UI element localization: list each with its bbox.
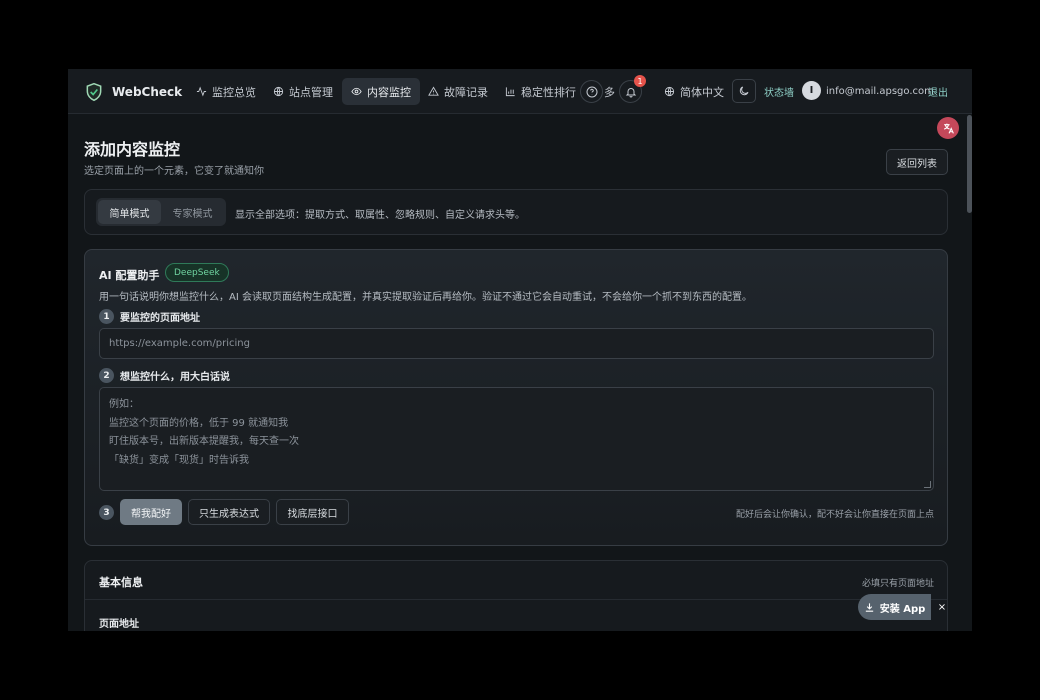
more-menu[interactable]: 多: [604, 69, 615, 114]
notification-count-badge: 1: [634, 75, 646, 87]
back-to-list-button[interactable]: 返回列表: [886, 149, 948, 175]
card-header: 基本信息 必填只有页面地址: [85, 561, 947, 600]
avatar[interactable]: I: [802, 81, 821, 100]
basic-info-card: 基本信息 必填只有页面地址 页面地址: [84, 560, 948, 631]
step-number: 1: [99, 309, 114, 324]
more-label: 多: [604, 85, 615, 99]
app-window: WebCheck 监控总览 站点管理 内容监控 故障记录 稳定性排行 多 1 简…: [68, 69, 972, 631]
page-url-input[interactable]: https://example.com/pricing: [99, 328, 934, 359]
ai-assistant-card: AI 配置助手 DeepSeek 用一句话说明你想监控什么，AI 会读取页面结构…: [84, 249, 948, 546]
step-number: 2: [99, 368, 114, 383]
basic-info-title: 基本信息: [99, 576, 143, 589]
nav-item-stability-ranking[interactable]: 稳定性排行: [505, 69, 576, 114]
shield-check-icon: [86, 82, 102, 101]
page-url-field-label: 页面地址: [99, 619, 139, 630]
step-label-text: 要监控的页面地址: [120, 313, 200, 324]
activity-icon: [196, 86, 207, 97]
nav-item-incidents[interactable]: 故障记录: [428, 69, 488, 114]
placeholder-line: 例如：: [109, 399, 139, 410]
mode-card: 简单模式 专家模式 显示全部选项：提取方式、取属性、忽略规则、自定义请求头等。: [84, 189, 948, 235]
theme-toggle-button[interactable]: [732, 79, 756, 103]
status-wall-label: 状态墙: [764, 88, 794, 99]
help-icon: [586, 86, 597, 97]
scrollbar[interactable]: [967, 115, 972, 213]
model-badge: DeepSeek: [165, 263, 229, 282]
nav-item-label: 站点管理: [289, 85, 333, 99]
help-button[interactable]: [580, 80, 603, 103]
nav-item-label: 内容监控: [367, 85, 411, 99]
placeholder-line: 盯住版本号，出新版本提醒我，每天查一次: [109, 436, 299, 447]
step-label-text: 想监控什么，用大白话说: [120, 372, 230, 383]
globe-icon: [273, 86, 284, 97]
ai-description: 用一句话说明你想监控什么，AI 会读取页面结构生成配置，并真实提取验证后再给你。…: [99, 292, 752, 303]
globe-icon: [664, 86, 675, 97]
nav-item-overview[interactable]: 监控总览: [196, 69, 256, 114]
status-wall-link[interactable]: 状态墙: [764, 69, 794, 114]
placeholder-line: 监控这个页面的价格，低于 99 就通知我: [109, 417, 289, 429]
user-email: info@mail.apsgo.com: [826, 86, 934, 97]
top-navbar: WebCheck 监控总览 站点管理 内容监控 故障记录 稳定性排行 多 1 简…: [68, 69, 972, 114]
generate-expression-button[interactable]: 只生成表达式: [188, 499, 270, 525]
brand-title: WebCheck: [112, 84, 183, 99]
bell-icon: [625, 87, 636, 97]
placeholder-line: 「缺货」变成「现货」时告诉我: [109, 454, 249, 466]
mode-description: 显示全部选项：提取方式、取属性、忽略规则、自定义请求头等。: [235, 210, 525, 221]
mode-toggle: 简单模式 专家模式: [96, 198, 226, 226]
download-icon: [865, 602, 873, 612]
close-install-button[interactable]: ×: [934, 599, 950, 615]
ai-hint: 配好后会让你确认，配不好会让你直接在页面上点: [735, 510, 934, 520]
nav-item-label: 监控总览: [212, 85, 256, 99]
brand-logo[interactable]: WebCheck: [84, 69, 182, 114]
nav-item-label: 故障记录: [444, 85, 488, 99]
translate-icon[interactable]: [937, 117, 959, 139]
step-number: 3: [99, 505, 114, 520]
warning-icon: [428, 86, 439, 96]
ai-assistant-title: AI 配置助手: [99, 269, 160, 282]
step-1-label: 1 要监控的页面地址: [99, 309, 200, 324]
moon-icon: [739, 86, 749, 96]
step-2-label: 2 想监控什么，用大白话说: [99, 368, 230, 383]
required-note: 必填只有页面地址: [861, 579, 934, 589]
nav-item-sites[interactable]: 站点管理: [273, 69, 333, 114]
find-api-button[interactable]: 找底层接口: [276, 499, 349, 525]
install-app-button[interactable]: 安装 App: [858, 594, 931, 620]
page-subtitle: 选定页面上的一个元素，它变了就通知你: [84, 166, 264, 177]
nav-item-content-monitor[interactable]: 内容监控: [342, 78, 420, 105]
language-switcher[interactable]: 简体中文: [664, 69, 724, 114]
auto-configure-button[interactable]: 帮我配好: [120, 499, 182, 525]
eye-icon: [351, 87, 362, 96]
language-label: 简体中文: [680, 85, 724, 99]
bar-chart-icon: [505, 87, 515, 97]
logout-link[interactable]: 退出: [928, 69, 948, 114]
step-3-label: 3: [99, 505, 114, 520]
simple-mode-option[interactable]: 简单模式: [98, 200, 161, 224]
install-label: 安装 App: [879, 603, 926, 615]
monitor-intent-textarea[interactable]: 例如： 监控这个页面的价格，低于 99 就通知我 盯住版本号，出新版本提醒我，每…: [99, 387, 934, 491]
nav-item-label: 稳定性排行: [521, 85, 576, 99]
page-title: 添加内容监控: [84, 140, 181, 159]
resize-handle[interactable]: [924, 481, 931, 488]
expert-mode-option[interactable]: 专家模式: [161, 200, 224, 224]
